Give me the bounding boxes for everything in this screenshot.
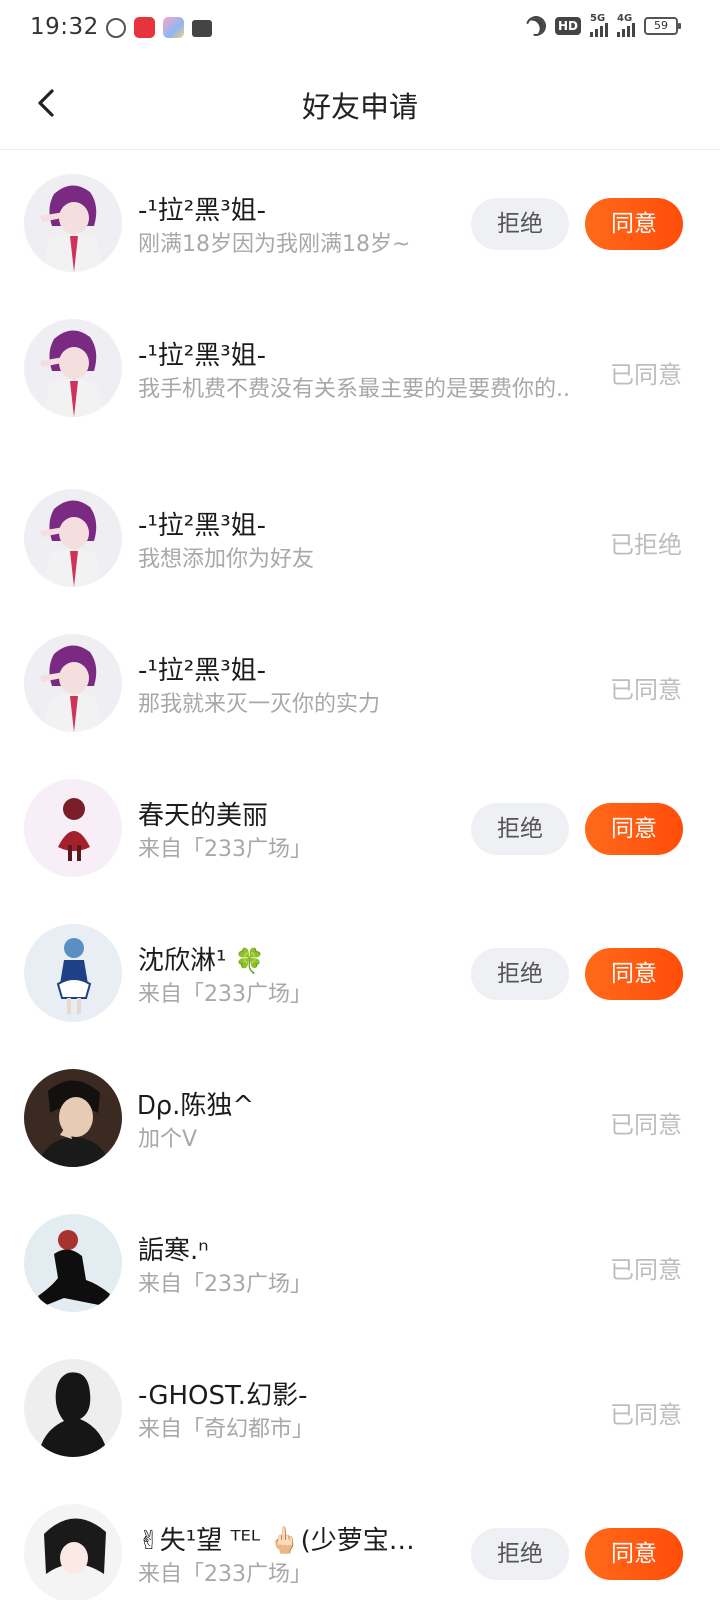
signal-4g-icon: 4G [617, 13, 635, 37]
game-app-icon [163, 17, 184, 38]
user-avatar[interactable] [24, 174, 122, 272]
user-name: -¹拉²黑³姐- [138, 341, 267, 371]
reject-button[interactable]: 拒绝 [471, 803, 569, 855]
request-message: 来自「233广场」 [138, 1272, 312, 1297]
request-message: 我手机费不费没有关系最主要的是要费你的.. [138, 377, 570, 402]
request-status: 已拒绝 [610, 531, 682, 559]
battery-icon: 59 [644, 17, 681, 35]
request-status: 已同意 [610, 676, 682, 704]
page-title: 好友申请 [301, 90, 418, 124]
user-name: 沈欣淋¹ 🍀 [138, 940, 265, 977]
accept-button[interactable]: 同意 [585, 803, 683, 855]
user-avatar[interactable] [24, 1214, 122, 1312]
request-item[interactable]: -¹拉²黑³姐- 那我就来灭一灭你的实力 已同意 [0, 610, 720, 755]
request-message: 我想添加你为好友 [138, 547, 315, 572]
user-avatar[interactable] [24, 1504, 122, 1600]
request-item[interactable]: -¹拉²黑³姐- 刚满18岁因为我刚满18岁~ 拒绝 同意 [0, 150, 720, 295]
notification-icons [106, 17, 212, 38]
user-name: -¹拉²黑³姐- [138, 511, 267, 541]
request-status: 已同意 [610, 1111, 682, 1139]
user-avatar[interactable] [24, 924, 122, 1022]
accept-button[interactable]: 同意 [585, 1528, 683, 1580]
request-item[interactable]: -¹拉²黑³姐- 我手机费不费没有关系最主要的是要费你的.. 已同意 [0, 295, 720, 465]
user-name: -¹拉²黑³姐- [138, 196, 267, 226]
accept-button[interactable]: 同意 [585, 948, 683, 1000]
request-item[interactable]: ✌失¹望 ᵀᴱᴸ 🖕🏻(少萝宝… 来自「233广场」 拒绝 同意 [0, 1480, 720, 1600]
nav-bar: 好友申请 [0, 56, 720, 150]
request-item[interactable]: -GHOST.幻影- 来自「奇幻都市」 已同意 [0, 1335, 720, 1480]
request-item[interactable]: 沈欣淋¹ 🍀 来自「233广场」 拒绝 同意 [0, 900, 720, 1045]
request-status: 已同意 [610, 1401, 682, 1429]
user-avatar[interactable] [24, 1359, 122, 1457]
user-avatar[interactable] [24, 1069, 122, 1167]
hd-volte-icon: HD [554, 17, 581, 35]
app-notification-icon [106, 17, 126, 38]
system-icons: HD 5G 4G 59 [522, 12, 681, 40]
user-avatar[interactable] [24, 634, 122, 732]
clover-icon: 🍀 [234, 947, 265, 975]
request-message: 加个V [138, 1127, 198, 1152]
book-icon [192, 20, 212, 37]
reject-button[interactable]: 拒绝 [471, 1528, 569, 1580]
status-bar: 19:32 HD 5G 4G 59 [0, 0, 720, 56]
status-time: 19:32 [30, 14, 99, 40]
request-status: 已同意 [610, 1256, 682, 1284]
request-message: 来自「奇幻都市」 [138, 1417, 315, 1442]
request-item[interactable]: -¹拉²黑³姐- 我想添加你为好友 已拒绝 [0, 465, 720, 610]
user-avatar[interactable] [24, 489, 122, 587]
reject-button[interactable]: 拒绝 [471, 198, 569, 250]
do-not-disturb-icon [522, 12, 550, 40]
user-name: -GHOST.幻影- [138, 1381, 308, 1411]
user-name: -¹拉²黑³姐- [138, 656, 267, 686]
user-name: Ꭰρ.陈独^ [138, 1091, 255, 1121]
request-item[interactable]: Ꭰρ.陈独^ 加个V 已同意 [0, 1045, 720, 1190]
accept-button[interactable]: 同意 [585, 198, 683, 250]
user-name: 詬寒.ⁿ [138, 1236, 209, 1266]
user-name-text: 沈欣淋¹ [138, 946, 227, 976]
user-avatar[interactable] [24, 779, 122, 877]
user-name: ✌失¹望 ᵀᴱᴸ 🖕🏻(少萝宝… [138, 1526, 415, 1556]
request-message: 那我就来灭一灭你的实力 [138, 692, 381, 717]
red-app-icon [134, 17, 155, 38]
request-item[interactable]: 春天的美丽 来自「233广场」 拒绝 同意 [0, 755, 720, 900]
request-status: 已同意 [610, 361, 682, 389]
reject-button[interactable]: 拒绝 [471, 948, 569, 1000]
user-name: 春天的美丽 [138, 801, 269, 831]
signal-5g-icon: 5G [590, 13, 608, 37]
request-item[interactable]: 詬寒.ⁿ 来自「233广场」 已同意 [0, 1190, 720, 1335]
user-avatar[interactable] [24, 319, 122, 417]
